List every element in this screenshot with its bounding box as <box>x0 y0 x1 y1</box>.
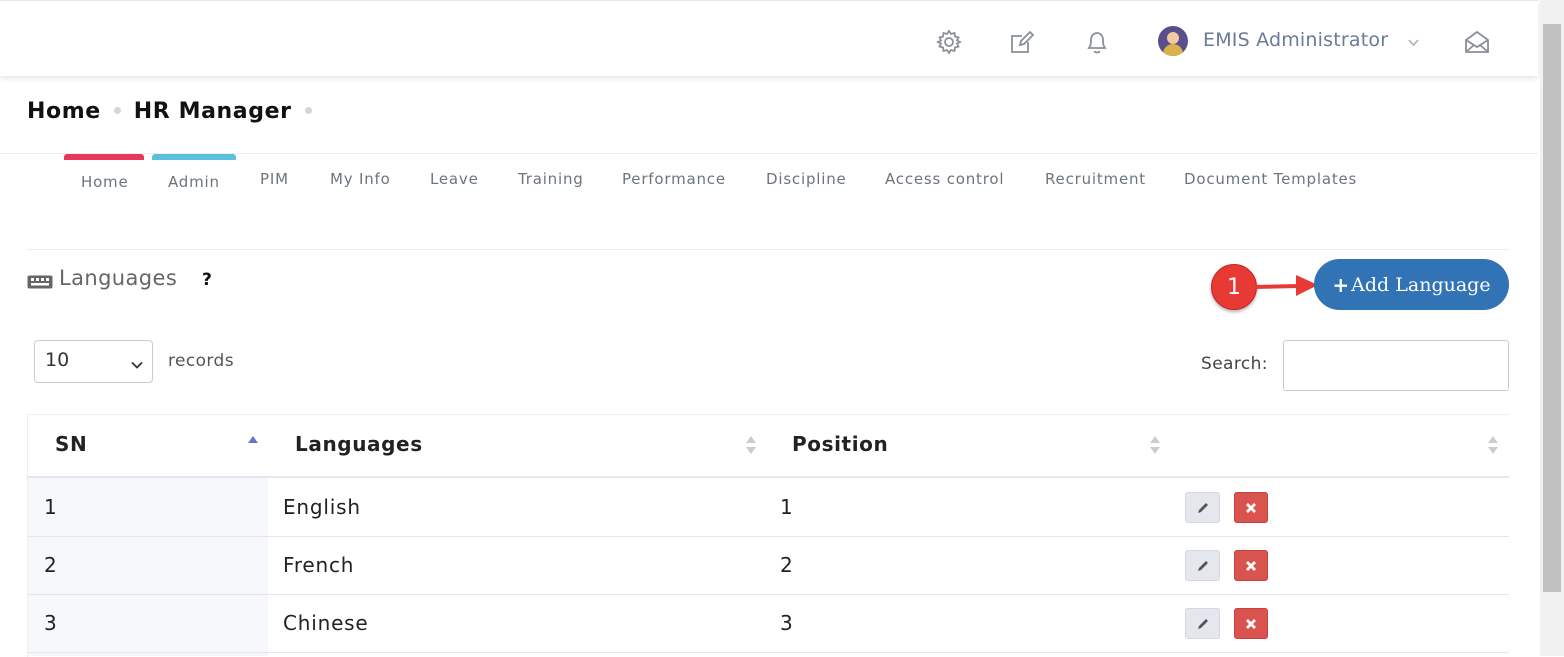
close-icon <box>1246 618 1256 629</box>
table-cell-position: 2 <box>780 553 794 577</box>
top-header: EMIS Administrator <box>0 0 1538 76</box>
help-icon[interactable]: ? <box>202 270 212 290</box>
edit-button[interactable] <box>1185 550 1220 581</box>
tab-access-control[interactable]: Access control <box>885 170 1004 188</box>
pencil-icon <box>1197 618 1208 629</box>
close-icon <box>1246 560 1256 571</box>
divider <box>27 249 1509 250</box>
mail-open-icon[interactable] <box>1463 28 1491 56</box>
annotation-arrow-icon <box>1251 275 1318 296</box>
table-cell-sn: 3 <box>44 611 58 635</box>
edit-button[interactable] <box>1185 492 1220 523</box>
records-label: records <box>168 351 234 371</box>
add-language-label: Add Language <box>1351 273 1491 296</box>
section-title: Languages <box>27 266 177 290</box>
table-cell-language: English <box>283 495 361 519</box>
search-input[interactable] <box>1283 340 1509 391</box>
tab-recruitment[interactable]: Recruitment <box>1045 170 1146 188</box>
sort-icon[interactable] <box>1488 433 1498 457</box>
avatar[interactable] <box>1158 26 1188 56</box>
table-cell-language: French <box>283 553 355 577</box>
column-header-position[interactable]: Position <box>792 432 888 456</box>
sorted-column-highlight <box>28 478 268 656</box>
keyboard-icon <box>27 270 53 289</box>
chevron-down-icon[interactable] <box>1407 34 1420 47</box>
tab-home-indicator <box>64 154 144 160</box>
breadcrumb-current: HR Manager <box>133 99 292 124</box>
close-icon <box>1246 502 1256 513</box>
bell-icon[interactable] <box>1083 28 1111 56</box>
table-cell-position: 1 <box>780 495 794 519</box>
table-cell-sn: 1 <box>44 495 58 519</box>
tab-performance[interactable]: Performance <box>622 170 726 188</box>
row-divider <box>27 594 1509 595</box>
section-title-label: Languages <box>59 266 178 290</box>
plus-icon: + <box>1332 272 1350 297</box>
delete-button[interactable] <box>1234 492 1268 523</box>
user-name[interactable]: EMIS Administrator <box>1203 29 1388 51</box>
sort-icon[interactable] <box>1150 433 1160 457</box>
column-header-languages[interactable]: Languages <box>295 432 423 456</box>
pencil-icon <box>1197 560 1208 571</box>
column-header-sn[interactable]: SN <box>55 432 87 456</box>
breadcrumb: Home HR Manager <box>27 99 325 124</box>
page-length-select[interactable]: 10 <box>34 340 153 383</box>
tab-my-info[interactable]: My Info <box>330 170 391 188</box>
row-divider <box>27 652 1509 653</box>
table-header-divider <box>27 476 1509 478</box>
tab-discipline[interactable]: Discipline <box>766 170 847 188</box>
delete-button[interactable] <box>1234 608 1268 639</box>
tab-leave[interactable]: Leave <box>430 170 479 188</box>
tab-admin[interactable]: Admin <box>168 173 220 191</box>
page-length-value: 10 <box>45 349 70 371</box>
tab-admin-indicator <box>152 154 236 160</box>
edit-icon[interactable] <box>1008 28 1036 56</box>
add-language-button[interactable]: + Add Language <box>1314 259 1509 310</box>
delete-button[interactable] <box>1234 550 1268 581</box>
scrollbar-thumb[interactable] <box>1543 24 1561 592</box>
sort-icon[interactable] <box>746 433 756 457</box>
table-cell-position: 3 <box>780 611 794 635</box>
table-cell-language: Chinese <box>283 611 369 635</box>
gear-icon[interactable] <box>935 28 963 56</box>
row-divider <box>27 536 1509 537</box>
table-cell-sn: 2 <box>44 553 58 577</box>
tab-document-templates[interactable]: Document Templates <box>1184 170 1357 188</box>
search-label: Search: <box>1201 354 1268 374</box>
edit-button[interactable] <box>1185 608 1220 639</box>
tab-home[interactable]: Home <box>81 173 129 191</box>
pencil-icon <box>1197 502 1208 513</box>
tab-pim[interactable]: PIM <box>260 170 289 188</box>
chevron-down-icon <box>130 355 144 369</box>
breadcrumb-home[interactable]: Home <box>27 99 101 124</box>
sort-asc-icon[interactable] <box>248 433 258 457</box>
tab-training[interactable]: Training <box>518 170 584 188</box>
